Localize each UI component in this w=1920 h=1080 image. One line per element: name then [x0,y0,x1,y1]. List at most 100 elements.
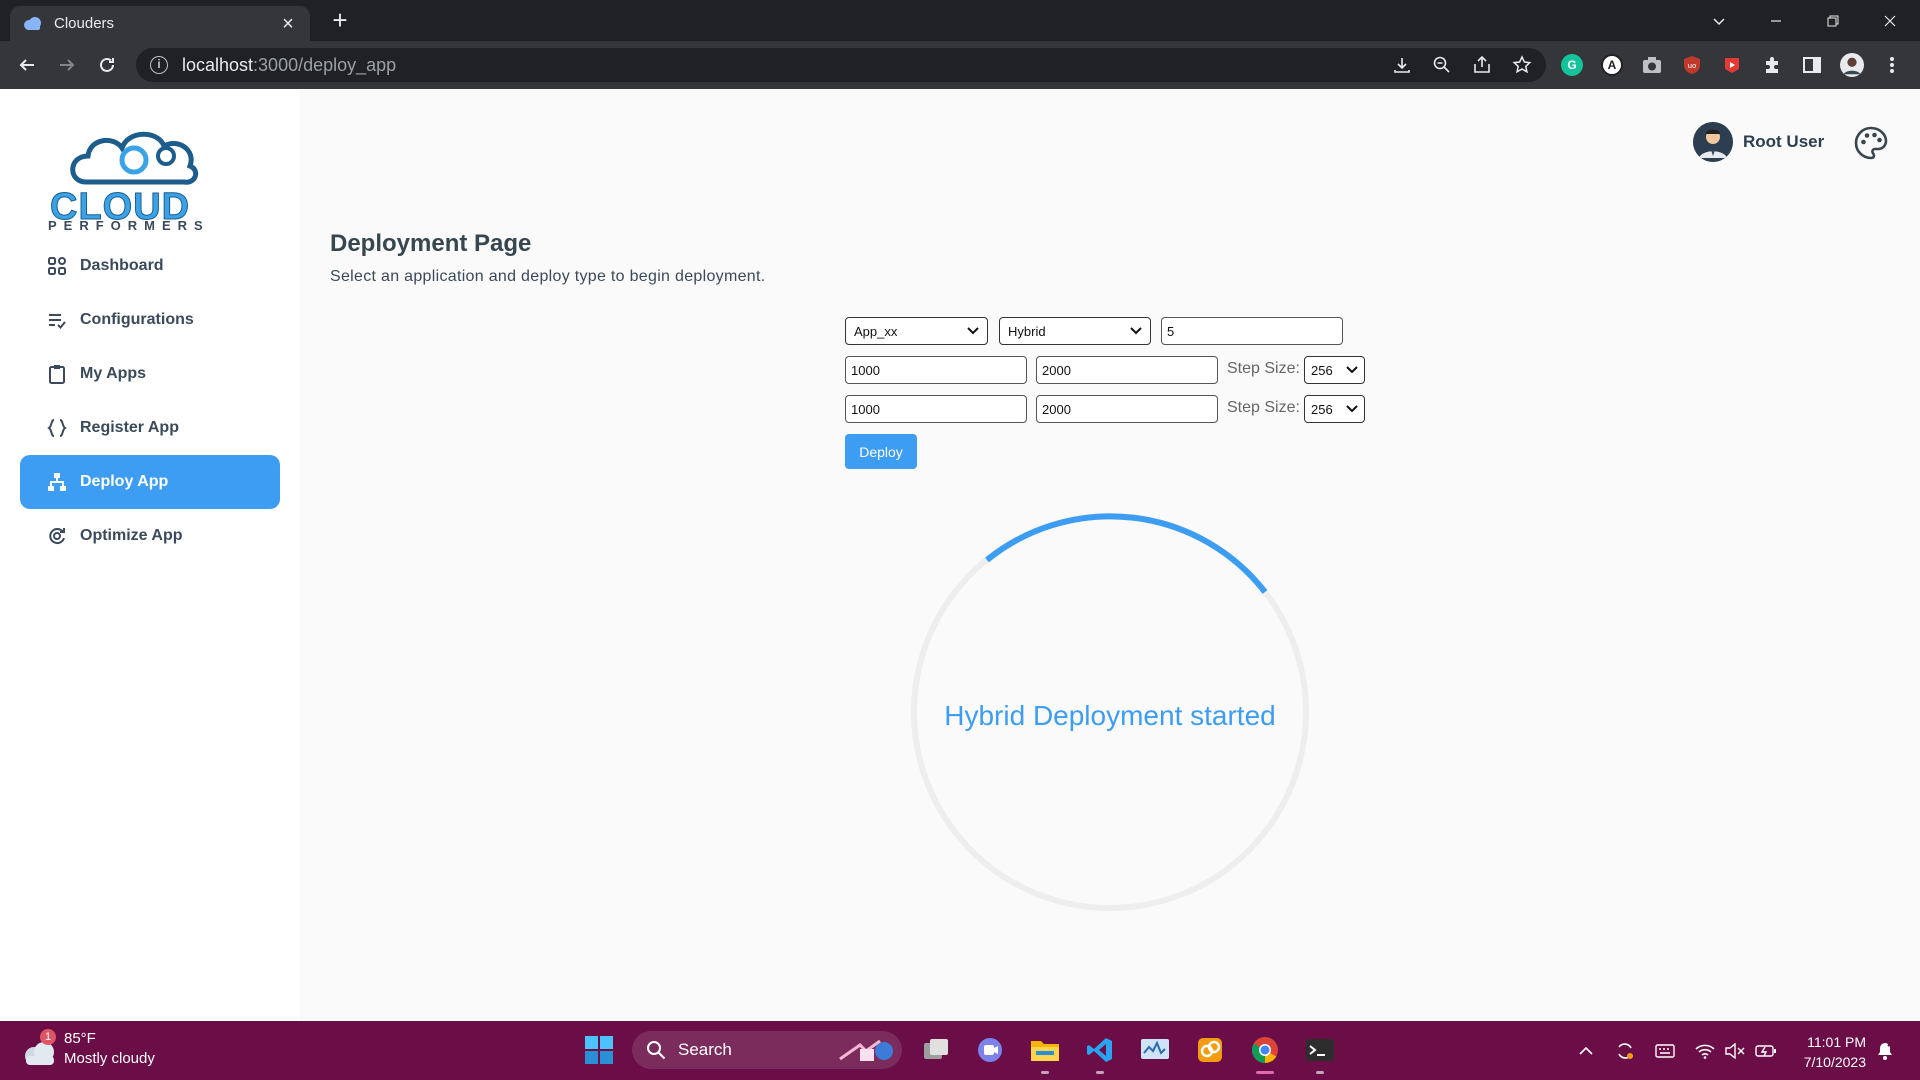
profile-avatar-icon[interactable] [1840,53,1864,77]
avatar [1693,122,1733,162]
row1-max-input[interactable]: 2000 [1036,356,1218,384]
back-icon[interactable] [12,50,42,80]
row2-max-input[interactable]: 2000 [1036,395,1218,423]
chrome-icon[interactable] [1247,1032,1283,1068]
close-window-icon[interactable] [1862,0,1918,41]
forward-icon[interactable] [52,50,82,80]
logo-text-sub: PERFORMERS [48,218,210,233]
app-select-value: App_xx [854,323,898,339]
file-explorer-icon[interactable] [1027,1032,1063,1068]
new-tab-button[interactable]: + [325,6,355,36]
share-icon[interactable] [1470,53,1494,77]
minimize-icon[interactable] [1748,0,1804,41]
wifi-icon[interactable] [1694,1040,1716,1062]
chrome-running-indicator [1256,1071,1274,1074]
chevron-down-icon [1346,405,1358,413]
vscode-running-indicator [1096,1071,1104,1074]
row2-step-value: 256 [1311,401,1333,417]
user-name: Root User [1743,132,1825,151]
url-path: :3000/deploy_app [253,54,397,75]
sidebar-item-label: Dashboard [80,257,164,274]
vscode-icon[interactable] [1082,1032,1118,1068]
palette-icon[interactable] [1853,125,1889,161]
weather-notification-badge: 1 [40,1029,56,1045]
row1-step-select[interactable]: 256 [1304,356,1365,384]
tab-title: Clouders [54,15,115,32]
terminal-running-indicator [1316,1071,1324,1074]
youtube-extension-icon[interactable] [1720,53,1744,77]
clipboard-icon [46,363,68,385]
row2-min-input[interactable]: 1000 [845,395,1027,423]
search-label: Search [678,1040,732,1059]
chevron-down-icon [1130,327,1142,335]
restore-icon[interactable] [1805,0,1861,41]
teams-chat-icon[interactable] [972,1032,1008,1068]
accessibility-extension-icon[interactable]: A [1600,53,1624,77]
deploy-type-value: Hybrid [1008,323,1046,339]
grammarly-extension-icon[interactable]: G [1560,53,1584,77]
camera-extension-icon[interactable] [1640,53,1664,77]
sidebar-item-label: Optimize App [80,527,183,544]
sidebar-item-my-apps[interactable]: My Apps [20,347,280,401]
sync-icon[interactable] [1614,1040,1636,1062]
sidebar-item-configurations[interactable]: Configurations [20,293,280,347]
volume-muted-icon[interactable] [1724,1040,1746,1062]
app-select[interactable]: App_xx [845,317,988,345]
chrome-menu-icon[interactable] [1880,53,1904,77]
sidebar-item-dashboard[interactable]: Dashboard [20,239,280,293]
ublock-extension-icon[interactable]: uo [1680,53,1704,77]
zoom-icon[interactable] [1430,53,1454,77]
bookmark-star-icon[interactable] [1510,53,1534,77]
windows-start-icon[interactable] [581,1032,617,1068]
dashboard-icon [46,255,68,277]
count-input[interactable]: 5 [1161,317,1343,345]
sidebar-item-optimize-app[interactable]: Optimize App [20,509,280,563]
terminal-icon[interactable] [1302,1032,1338,1068]
configurations-icon [46,309,68,331]
row2-step-select[interactable]: 256 [1304,395,1365,423]
search-icon [647,1041,666,1060]
browser-tab[interactable]: Clouders × [10,6,310,41]
file-explorer-running-indicator [1041,1071,1049,1074]
site-info-icon[interactable]: i [150,56,168,74]
side-panel-icon[interactable] [1800,53,1824,77]
search-highlight-icon [839,1039,893,1061]
battery-charging-icon[interactable] [1755,1040,1777,1062]
weather-description: Mostly cloudy [64,1050,155,1067]
keyboard-icon[interactable] [1654,1040,1676,1062]
address-bar[interactable]: i localhost:3000/deploy_app [136,48,1546,82]
sidebar-item-label: Configurations [80,311,194,328]
clouders-favicon-icon [24,16,41,30]
row1-min-input[interactable]: 1000 [845,356,1027,384]
install-app-icon[interactable] [1390,53,1414,77]
row1-step-label: Step Size: [1227,360,1300,377]
page-title: Deployment Page [330,230,532,257]
sidebar-item-label: Deploy App [80,473,169,490]
task-view-icon[interactable] [918,1032,954,1068]
extensions-puzzle-icon[interactable] [1760,53,1784,77]
tab-close-icon[interactable]: × [278,14,298,34]
sidebar-item-register-app[interactable]: Register App [20,401,280,455]
clock-date: 7/10/2023 [1803,1054,1866,1070]
weather-temperature: 85°F [64,1030,96,1047]
tab-search-icon[interactable] [1691,0,1747,41]
deploy-type-select[interactable]: Hybrid [999,317,1151,345]
orange-app-icon[interactable] [1192,1032,1228,1068]
show-hidden-icons-chevron-up-icon[interactable] [1575,1040,1597,1062]
browser-tab-strip: Clouders × + [0,0,1920,41]
system-clock[interactable]: 11:01 PM 7/10/2023 [1796,1032,1866,1072]
optimize-icon [46,525,68,547]
taskbar-search[interactable]: Search [632,1031,902,1069]
sidebar-item-deploy-app[interactable]: Deploy App [20,455,280,509]
hierarchy-icon [46,471,68,493]
row1-step-value: 256 [1311,362,1333,378]
notification-bell-icon[interactable] [1874,1040,1896,1062]
deploy-button[interactable]: Deploy [845,434,917,469]
reload-icon[interactable] [92,50,122,80]
chevron-down-icon [967,327,979,335]
cloud-performers-logo: CLOUD PERFORMERS [46,122,226,233]
monitor-app-icon[interactable] [1137,1032,1173,1068]
braces-icon [46,417,68,439]
user-menu[interactable]: Root User [1693,122,1824,162]
url-host: localhost [182,54,254,75]
